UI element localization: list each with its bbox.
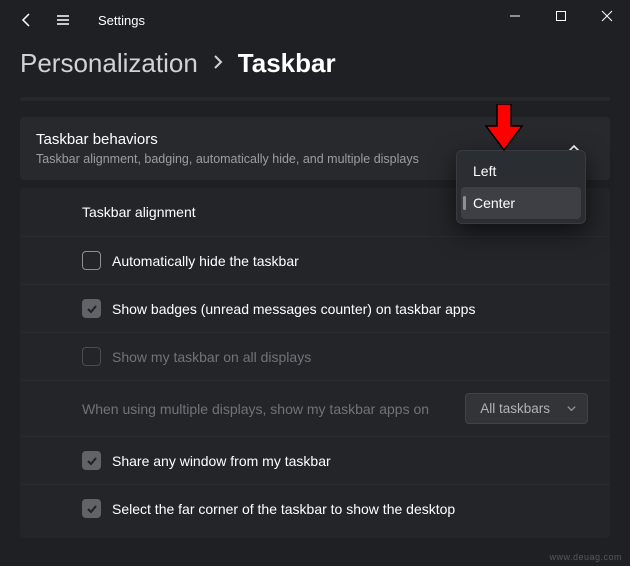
dropdown-option-left[interactable]: Left [461, 155, 581, 187]
checkbox-share-window[interactable] [82, 451, 101, 470]
checkbox-badges[interactable] [82, 299, 101, 318]
row-multi-display: When using multiple displays, show my ta… [20, 380, 610, 436]
row-auto-hide[interactable]: Automatically hide the taskbar [20, 236, 610, 284]
menu-icon[interactable] [54, 11, 72, 29]
arrow-callout-icon [484, 104, 524, 155]
badges-label: Show badges (unread messages counter) on… [112, 301, 475, 317]
window-title: Settings [98, 13, 145, 28]
alignment-dropdown-menu: Left Center [456, 150, 586, 224]
minimize-button[interactable] [492, 0, 538, 32]
section-title: Taskbar behaviors [36, 131, 419, 148]
window-controls [492, 0, 630, 32]
far-corner-label: Select the far corner of the taskbar to … [112, 501, 455, 517]
auto-hide-label: Automatically hide the taskbar [112, 253, 299, 269]
chevron-down-icon [566, 403, 577, 414]
row-all-displays: Show my taskbar on all displays [20, 332, 610, 380]
breadcrumb: Personalization Taskbar [0, 40, 630, 97]
divider [20, 97, 610, 101]
options-inner: Taskbar alignment Automatically hide the… [20, 188, 610, 538]
section-header-text: Taskbar behaviors Taskbar alignment, bad… [36, 131, 419, 166]
row-share-window[interactable]: Share any window from my taskbar [20, 436, 610, 484]
checkbox-all-displays [82, 347, 101, 366]
multi-display-value: All taskbars [480, 401, 550, 416]
all-displays-label: Show my taskbar on all displays [112, 349, 311, 365]
breadcrumb-parent[interactable]: Personalization [20, 48, 198, 79]
share-window-label: Share any window from my taskbar [112, 453, 331, 469]
watermark: www.deuag.com [549, 552, 622, 562]
row-badges[interactable]: Show badges (unread messages counter) on… [20, 284, 610, 332]
close-button[interactable] [584, 0, 630, 32]
back-button[interactable] [18, 11, 36, 29]
taskbar-alignment-label: Taskbar alignment [82, 204, 196, 220]
multi-display-label: When using multiple displays, show my ta… [82, 401, 429, 417]
section-description: Taskbar alignment, badging, automaticall… [36, 152, 419, 166]
checkbox-far-corner[interactable] [82, 499, 101, 518]
maximize-button[interactable] [538, 0, 584, 32]
chevron-right-icon [212, 54, 224, 73]
breadcrumb-current: Taskbar [238, 48, 336, 79]
dropdown-option-center[interactable]: Center [461, 187, 581, 219]
row-far-corner[interactable]: Select the far corner of the taskbar to … [20, 484, 610, 532]
title-bar-left: Settings [0, 11, 145, 29]
title-bar: Settings [0, 0, 630, 40]
options-panel: Taskbar alignment Automatically hide the… [20, 180, 610, 542]
multi-display-dropdown: All taskbars [465, 393, 588, 424]
checkbox-auto-hide[interactable] [82, 251, 101, 270]
